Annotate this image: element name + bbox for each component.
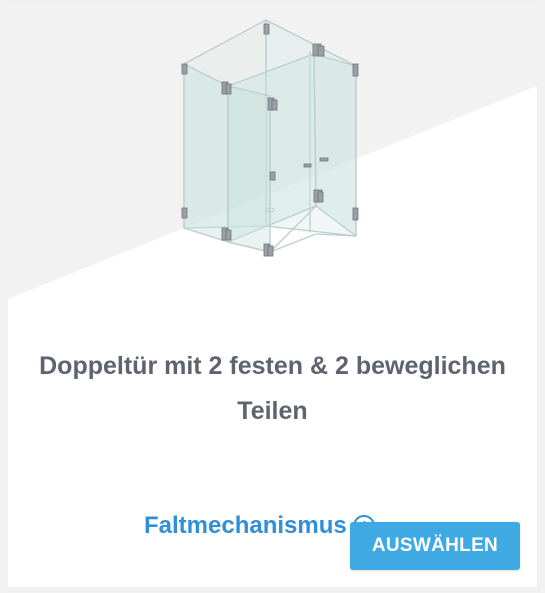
product-image	[8, 6, 537, 306]
mechanism-link[interactable]: Faltmechanismusi	[144, 512, 375, 540]
product-card[interactable]: Doppeltür mit 2 festen & 2 beweglichen T…	[8, 6, 537, 587]
product-title: Doppeltür mit 2 festen & 2 beweglichen T…	[39, 352, 506, 425]
mechanism-label: Faltmechanismus	[144, 512, 347, 539]
select-button[interactable]: AUSWÄHLEN	[350, 522, 520, 570]
